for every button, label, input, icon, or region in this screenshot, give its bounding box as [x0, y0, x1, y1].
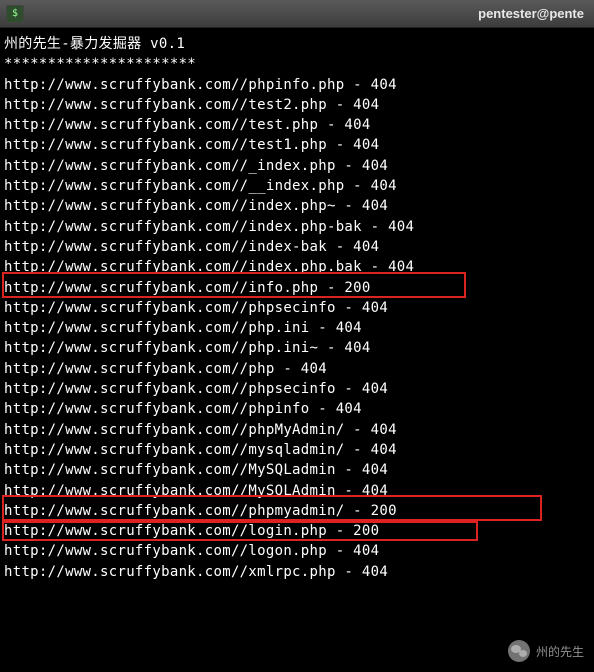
result-line: http://www.scruffybank.com//xmlrpc.php -…: [4, 562, 594, 582]
result-line: http://www.scruffybank.com//logon.php - …: [4, 541, 594, 561]
window-title: pentester@pente: [32, 6, 588, 21]
result-line: http://www.scruffybank.com//phpsecinfo -…: [4, 298, 594, 318]
terminal-icon: $: [6, 5, 24, 23]
result-line: http://www.scruffybank.com//index.php~ -…: [4, 196, 594, 216]
result-line: http://www.scruffybank.com//MySQLAdmin -…: [4, 481, 594, 501]
result-line: http://www.scruffybank.com//phpMyAdmin/ …: [4, 420, 594, 440]
result-line: http://www.scruffybank.com//phpinfo.php …: [4, 75, 594, 95]
watermark-badge: 州的先生: [508, 640, 584, 662]
result-line: http://www.scruffybank.com//login.php - …: [4, 521, 594, 541]
result-line: http://www.scruffybank.com//phpsecinfo -…: [4, 379, 594, 399]
result-line: http://www.scruffybank.com//phpmyadmin/ …: [4, 501, 594, 521]
result-line: http://www.scruffybank.com//test.php - 4…: [4, 115, 594, 135]
watermark-text: 州的先生: [536, 643, 584, 660]
result-line: http://www.scruffybank.com//phpinfo - 40…: [4, 399, 594, 419]
result-line: http://www.scruffybank.com//index-bak - …: [4, 237, 594, 257]
result-line: http://www.scruffybank.com//mysqladmin/ …: [4, 440, 594, 460]
result-line: http://www.scruffybank.com//test1.php - …: [4, 135, 594, 155]
result-line: http://www.scruffybank.com//index.php.ba…: [4, 257, 594, 277]
wechat-icon: [508, 640, 530, 662]
result-line: http://www.scruffybank.com//php - 404: [4, 359, 594, 379]
terminal-output[interactable]: 州的先生-暴力发掘器 v0.1 ********************** h…: [0, 28, 594, 582]
result-line: http://www.scruffybank.com//__index.php …: [4, 176, 594, 196]
result-line: http://www.scruffybank.com//info.php - 2…: [4, 278, 594, 298]
divider-line: **********************: [4, 54, 594, 74]
result-line: http://www.scruffybank.com//php.ini~ - 4…: [4, 338, 594, 358]
window-titlebar: $ pentester@pente: [0, 0, 594, 28]
result-line: http://www.scruffybank.com//_index.php -…: [4, 156, 594, 176]
result-line: http://www.scruffybank.com//php.ini - 40…: [4, 318, 594, 338]
result-line: http://www.scruffybank.com//MySQLadmin -…: [4, 460, 594, 480]
result-line: http://www.scruffybank.com//index.php-ba…: [4, 217, 594, 237]
tool-title: 州的先生-暴力发掘器 v0.1: [4, 34, 594, 54]
result-line: http://www.scruffybank.com//test2.php - …: [4, 95, 594, 115]
